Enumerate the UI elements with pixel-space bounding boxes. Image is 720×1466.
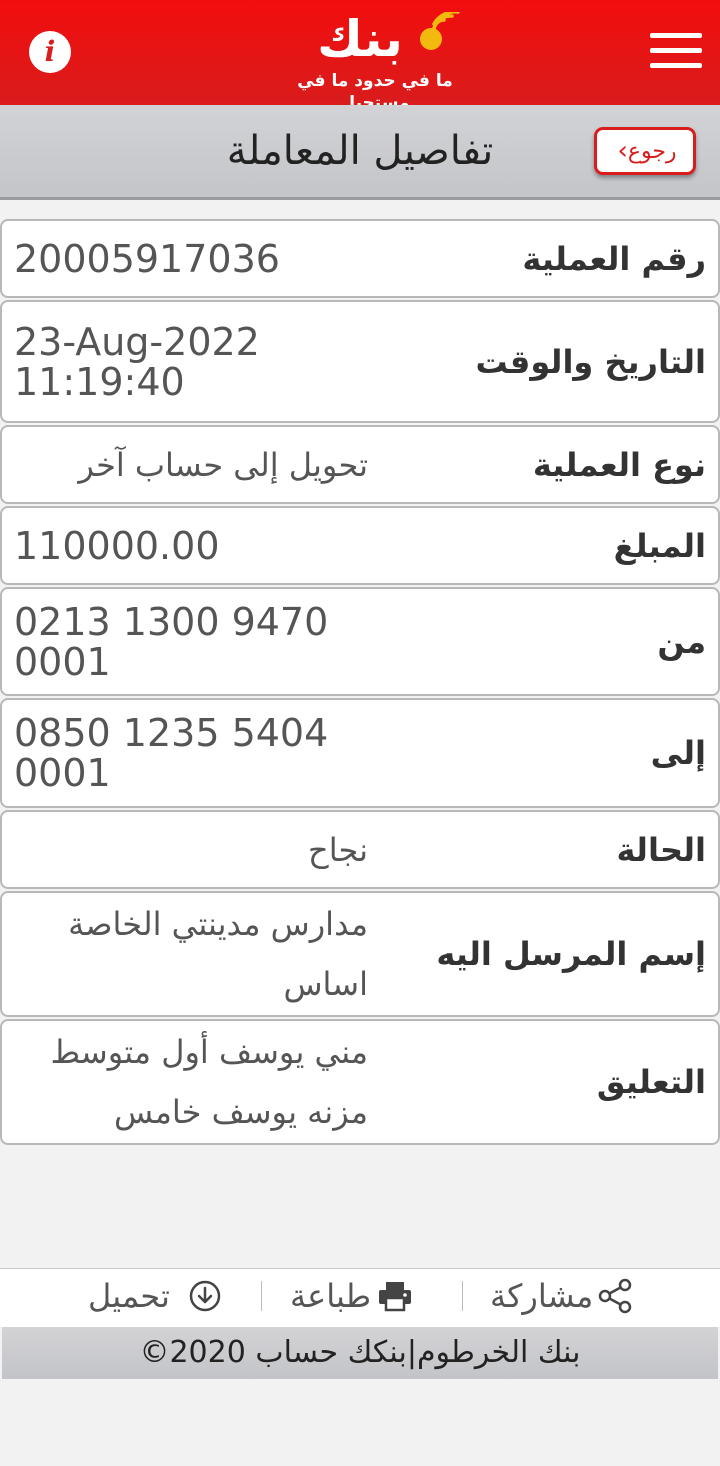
detail-value: تحويل إلى حساب آخر: [78, 445, 368, 484]
download-button-label: تحميل: [88, 1277, 170, 1315]
footer-copyright: ©2020 بنك الخرطوم|بنكك حساب: [2, 1327, 718, 1379]
detail-row-amount: المبلغ 110000.00: [0, 506, 720, 585]
detail-label: إسم المرسل اليه: [436, 935, 706, 973]
detail-label: نوع العملية: [532, 445, 706, 484]
wifi-signal-icon: [432, 12, 460, 32]
detail-label: المبلغ: [613, 526, 706, 565]
detail-row-from: من 0213 1300 9470 0001: [0, 587, 720, 696]
detail-label: التعليق: [596, 1063, 706, 1101]
back-button-label: رجوع: [627, 138, 677, 164]
detail-value: نجاح: [308, 830, 368, 869]
detail-row-to: إلى 0850 1235 5404 0001: [0, 698, 720, 808]
action-separator: [261, 1281, 262, 1311]
printer-icon: [379, 1282, 412, 1312]
download-icon: [189, 1280, 221, 1312]
chevron-left-icon: ‹: [617, 136, 628, 166]
app-header: i بنك ما في حدود ما في مستحيل: [0, 0, 720, 113]
share-button[interactable]: مشاركة: [490, 1269, 633, 1323]
detail-row-datetime: التاريخ والوقت 23-Aug-2022 11:19:40: [0, 300, 720, 423]
share-icon: [599, 1278, 632, 1314]
detail-row-status: الحالة نجاح: [0, 810, 720, 889]
back-button[interactable]: ‹ رجوع: [594, 127, 696, 175]
info-icon: i: [44, 35, 56, 68]
logo-wordmark: بنك: [317, 10, 403, 68]
action-bar: تحميل طباعة مشاركة: [0, 1268, 720, 1327]
detail-row-transaction-number: رقم العملية 20005917036: [0, 219, 720, 298]
transaction-details: رقم العملية 20005917036 التاريخ والوقت 2…: [0, 219, 720, 1147]
menu-button[interactable]: [650, 33, 702, 73]
print-button[interactable]: طباعة: [290, 1269, 413, 1323]
detail-value: مدارس مدينتي الخاصة اساس: [68, 905, 368, 1003]
detail-label: رقم العملية: [522, 239, 706, 278]
page-title: تفاصيل المعاملة: [226, 128, 494, 174]
detail-value: 20005917036: [14, 236, 280, 281]
detail-label: إلى: [650, 734, 706, 772]
detail-label: من: [657, 622, 706, 661]
print-button-label: طباعة: [290, 1277, 372, 1315]
share-button-label: مشاركة: [490, 1277, 594, 1315]
detail-row-transaction-type: نوع العملية تحويل إلى حساب آخر: [0, 425, 720, 504]
detail-value: 0850 1235 5404 0001: [14, 711, 329, 795]
hamburger-menu-icon: [650, 33, 702, 38]
detail-row-comment: التعليق مني يوسف أول متوسط مزنه يوسف خام…: [0, 1019, 720, 1145]
detail-row-recipient-name: إسم المرسل اليه مدارس مدينتي الخاصة اساس: [0, 891, 720, 1017]
detail-label: التاريخ والوقت: [475, 342, 706, 381]
info-button[interactable]: i: [29, 31, 71, 73]
bankak-logo: بنك ما في حدود ما في مستحيل: [270, 8, 480, 113]
download-button[interactable]: تحميل: [88, 1269, 222, 1323]
detail-value: 110000.00: [14, 523, 220, 568]
detail-value: مني يوسف أول متوسط مزنه يوسف خامس: [50, 1033, 368, 1131]
detail-value: 0213 1300 9470 0001: [14, 599, 329, 684]
title-bar: تفاصيل المعاملة ‹ رجوع: [0, 105, 720, 200]
detail-value: 23-Aug-2022 11:19:40: [14, 319, 260, 404]
detail-label: الحالة: [616, 830, 706, 869]
action-separator: [462, 1281, 463, 1311]
